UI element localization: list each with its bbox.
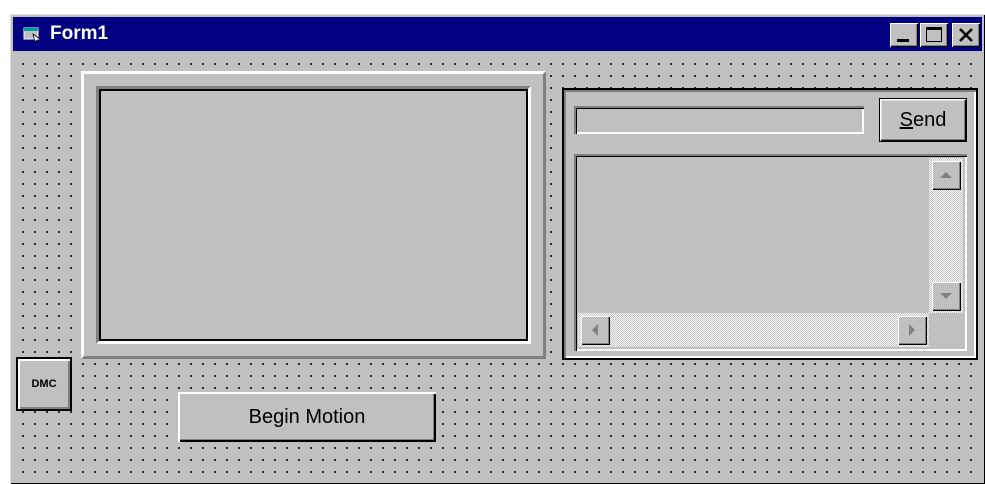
display-panel-border: [96, 86, 531, 344]
send-button[interactable]: Send: [879, 98, 967, 142]
arrow-left-icon: [592, 324, 598, 336]
horizontal-scrollbar[interactable]: [578, 313, 929, 347]
form-icon[interactable]: [23, 26, 43, 43]
form-window: Form1 Send DMC Begin Motion: [10, 14, 985, 484]
close-icon: [959, 28, 973, 42]
scroll-right-button[interactable]: [897, 315, 927, 345]
form-design-surface[interactable]: Send DMC Begin Motion: [13, 54, 982, 481]
scroll-down-button[interactable]: [931, 281, 961, 311]
dmc-control[interactable]: DMC: [16, 357, 72, 411]
maximize-icon: [926, 27, 942, 42]
arrow-right-icon: [909, 324, 915, 336]
maximize-button[interactable]: [920, 23, 948, 47]
scrollbar-corner: [929, 313, 963, 347]
minimize-button[interactable]: [890, 23, 918, 47]
send-accelerator: S: [899, 109, 913, 131]
arrow-up-icon: [940, 172, 952, 178]
display-panel[interactable]: [99, 89, 528, 341]
scroll-up-button[interactable]: [931, 160, 961, 190]
scroll-left-button[interactable]: [580, 315, 610, 345]
display-frame[interactable]: [81, 71, 546, 359]
terminal-frame: Send: [562, 88, 978, 360]
window-title: Form1: [50, 23, 109, 44]
begin-motion-button[interactable]: Begin Motion: [178, 392, 436, 442]
send-label-rest: end: [912, 109, 947, 131]
minimize-icon: [897, 39, 909, 42]
arrow-down-icon: [940, 293, 952, 299]
close-button[interactable]: [952, 23, 980, 47]
vertical-scrollbar[interactable]: [929, 158, 963, 313]
output-textbox[interactable]: [574, 154, 967, 351]
dmc-label: DMC: [31, 378, 57, 390]
title-bar[interactable]: Form1: [13, 17, 982, 51]
command-input[interactable]: [574, 106, 864, 134]
